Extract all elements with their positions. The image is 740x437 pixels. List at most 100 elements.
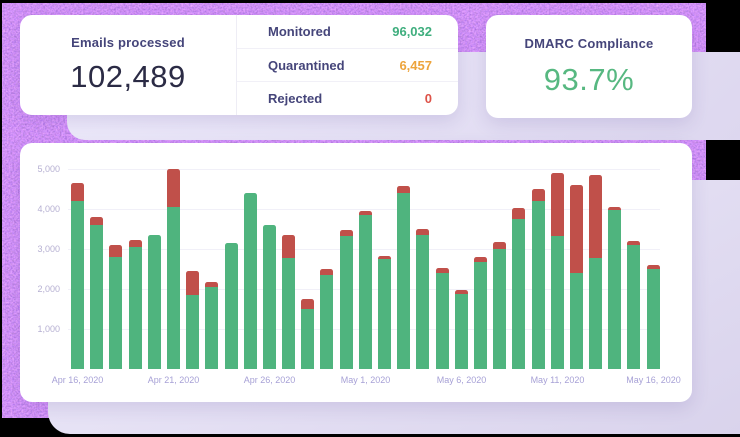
chart-bar[interactable] <box>551 173 564 369</box>
monitored-segment <box>340 236 353 369</box>
quarantined-segment <box>532 189 545 201</box>
chart-bar[interactable] <box>282 235 295 369</box>
emails-processed-value: 102,489 <box>70 59 186 95</box>
chart-bar[interactable] <box>244 193 257 369</box>
dmarc-compliance-value: 93.7% <box>544 62 634 98</box>
quarantined-segment <box>397 186 410 193</box>
monitored-segment <box>225 243 238 369</box>
chart-bar[interactable] <box>397 186 410 369</box>
chart-bar[interactable] <box>205 282 218 369</box>
chart-bar[interactable] <box>608 207 621 369</box>
x-axis-tick-label: May 1, 2020 <box>324 375 408 385</box>
quarantined-label: Quarantined <box>268 58 345 73</box>
y-axis-tick-label: 4,000 <box>20 204 60 214</box>
chart-bar[interactable] <box>493 242 506 369</box>
breakdown-row-quarantined: Quarantined 6,457 <box>237 49 458 83</box>
breakdown-row-monitored: Monitored 96,032 <box>237 15 458 49</box>
chart-bar[interactable] <box>359 211 372 369</box>
chart-bar[interactable] <box>378 256 391 369</box>
chart-bar[interactable] <box>570 185 583 369</box>
x-axis-tick-label: Apr 21, 2020 <box>132 375 216 385</box>
chart-bar[interactable] <box>532 189 545 369</box>
monitored-segment <box>282 258 295 369</box>
dmarc-dashboard-composite: Emails processed 102,489 Monitored 96,03… <box>0 0 740 437</box>
chart-bar[interactable] <box>225 243 238 369</box>
monitored-segment <box>589 258 602 369</box>
x-axis-tick-label: Apr 26, 2020 <box>228 375 312 385</box>
monitored-segment <box>263 225 276 369</box>
quarantined-segment <box>301 299 314 309</box>
quarantined-segment <box>493 242 506 249</box>
chart-bar[interactable] <box>474 257 487 369</box>
chart-bar[interactable] <box>589 175 602 369</box>
chart-bar[interactable] <box>167 169 180 369</box>
monitored-segment <box>205 287 218 369</box>
quarantined-segment <box>167 169 180 207</box>
monitored-segment <box>416 235 429 369</box>
chart-bar[interactable] <box>320 269 333 369</box>
monitored-segment <box>320 275 333 369</box>
quarantined-segment <box>71 183 84 201</box>
monitored-segment <box>570 273 583 369</box>
monitored-segment <box>455 294 468 369</box>
dmarc-compliance-card: DMARC Compliance 93.7% <box>486 15 692 118</box>
monitored-segment <box>378 259 391 369</box>
quarantined-segment <box>282 235 295 258</box>
quarantined-segment <box>512 208 525 219</box>
chart-bar[interactable] <box>263 225 276 369</box>
dmarc-compliance-title: DMARC Compliance <box>525 36 654 51</box>
monitored-segment <box>90 225 103 369</box>
x-axis-tick-label: May 11, 2020 <box>516 375 600 385</box>
chart-bar[interactable] <box>109 245 122 369</box>
y-axis-tick-label: 1,000 <box>20 324 60 334</box>
quarantined-segment <box>551 173 564 236</box>
x-axis-tick-label: May 6, 2020 <box>420 375 504 385</box>
monitored-segment <box>167 207 180 369</box>
monitored-value: 96,032 <box>392 24 432 39</box>
chart-bar[interactable] <box>301 299 314 369</box>
chart-bar[interactable] <box>512 208 525 369</box>
quarantined-segment <box>589 175 602 258</box>
monitored-segment <box>129 247 142 369</box>
emails-processed-section: Emails processed 102,489 <box>20 15 236 115</box>
monitored-segment <box>397 193 410 369</box>
monitored-label: Monitored <box>268 24 331 39</box>
rejected-value: 0 <box>425 91 432 106</box>
monitored-segment <box>301 309 314 369</box>
email-volume-chart-card: 1,0002,0003,0004,0005,000Apr 16, 2020Apr… <box>20 143 692 402</box>
chart-bar[interactable] <box>416 229 429 369</box>
chart-bar[interactable] <box>340 230 353 369</box>
chart-bar[interactable] <box>186 271 199 369</box>
bar-series-container <box>71 169 660 369</box>
rejected-label: Rejected <box>268 91 322 106</box>
email-stats-card: Emails processed 102,489 Monitored 96,03… <box>20 15 458 115</box>
monitored-segment <box>244 193 257 369</box>
chart-bar[interactable] <box>148 235 161 369</box>
monitored-segment <box>532 201 545 369</box>
monitored-segment <box>627 245 640 369</box>
chart-bar[interactable] <box>455 290 468 369</box>
chart-bar[interactable] <box>647 265 660 369</box>
monitored-segment <box>71 201 84 369</box>
chart-bar[interactable] <box>436 268 449 369</box>
chart-bar[interactable] <box>627 241 640 369</box>
chart-bar[interactable] <box>129 240 142 369</box>
monitored-segment <box>148 235 161 369</box>
monitored-segment <box>109 257 122 369</box>
monitored-segment <box>551 236 564 369</box>
chart-bar[interactable] <box>90 217 103 369</box>
x-axis-tick-label: May 16, 2020 <box>612 375 696 385</box>
quarantined-segment <box>186 271 199 295</box>
monitored-segment <box>474 262 487 369</box>
y-axis-tick-label: 2,000 <box>20 284 60 294</box>
quarantined-segment <box>570 185 583 273</box>
monitored-segment <box>647 269 660 369</box>
monitored-segment <box>359 215 372 369</box>
quarantined-segment <box>109 245 122 257</box>
monitored-segment <box>608 210 621 369</box>
chart-bar[interactable] <box>71 183 84 369</box>
monitored-segment <box>493 249 506 369</box>
x-axis-tick-label: Apr 16, 2020 <box>36 375 120 385</box>
quarantined-segment <box>90 217 103 225</box>
monitored-segment <box>512 219 525 369</box>
